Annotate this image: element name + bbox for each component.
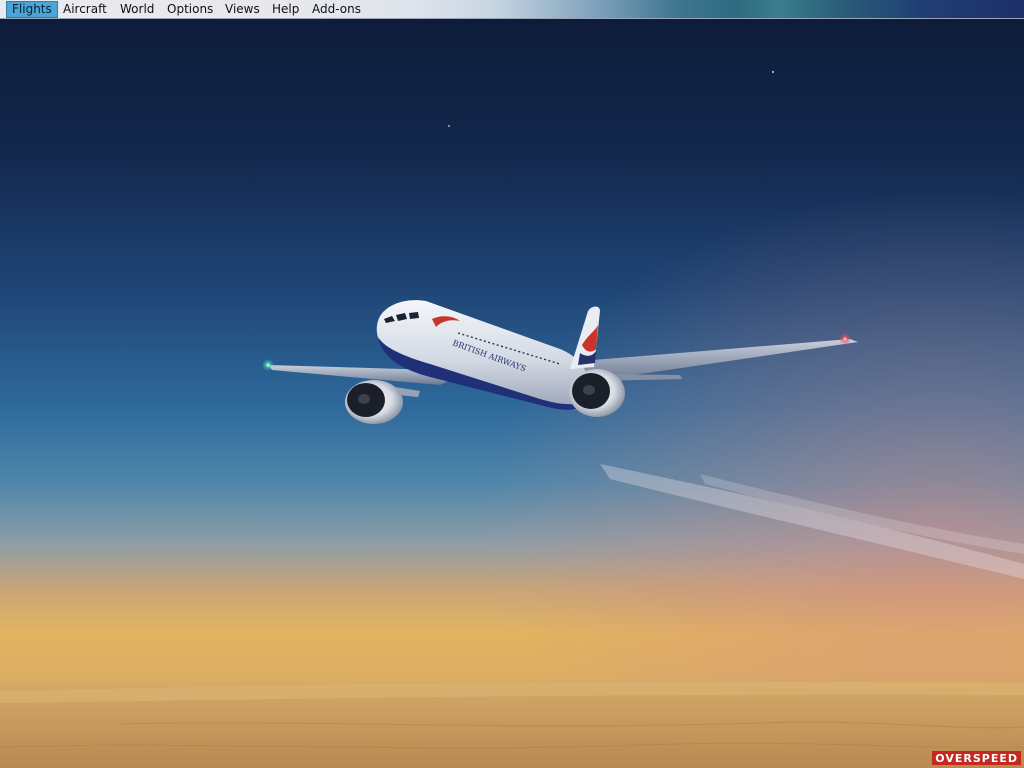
- flight-view[interactable]: BRITISH AIRWAYS: [0, 19, 1024, 768]
- star: [448, 125, 450, 127]
- overspeed-warning: OVERSPEED: [932, 751, 1021, 765]
- flight-simulator-window: Flights Aircraft World Options Views Hel…: [0, 0, 1024, 768]
- menu-views[interactable]: Views: [220, 1, 265, 18]
- right-engine: [569, 369, 625, 417]
- menu-help[interactable]: Help: [267, 1, 304, 18]
- menu-options[interactable]: Options: [162, 1, 218, 18]
- menu-flights[interactable]: Flights: [6, 1, 58, 18]
- menu-bar: Flights Aircraft World Options Views Hel…: [0, 0, 1024, 19]
- menu-aircraft[interactable]: Aircraft: [58, 1, 112, 18]
- scenery: BRITISH AIRWAYS: [0, 19, 1024, 768]
- star: [772, 71, 774, 73]
- cockpit-window: [409, 312, 419, 319]
- menu-add-ons[interactable]: Add-ons: [307, 1, 366, 18]
- menu-world[interactable]: World: [115, 1, 159, 18]
